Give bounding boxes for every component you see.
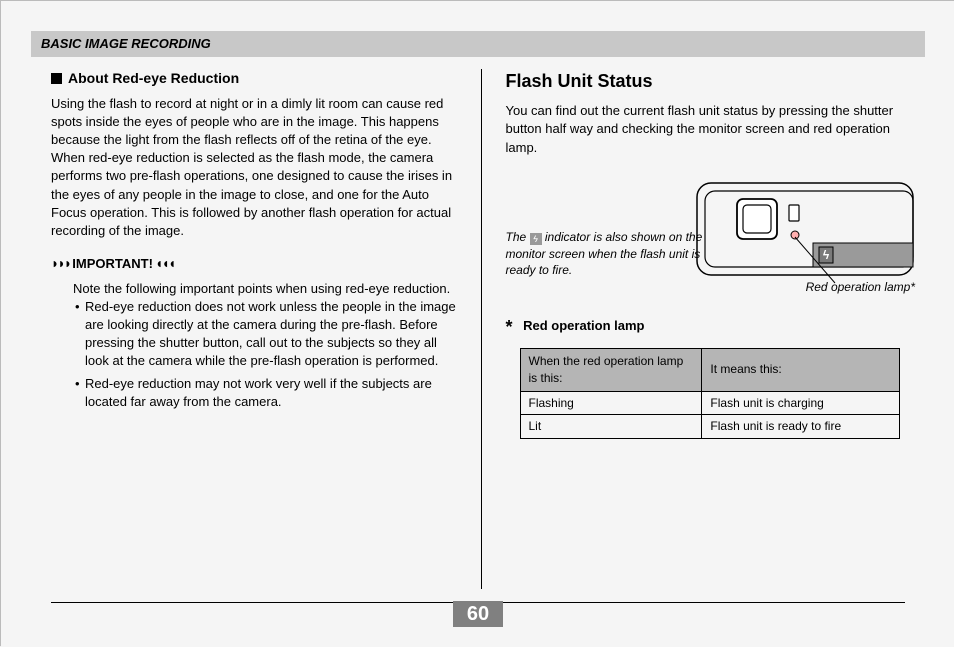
square-bullet-icon <box>51 73 62 84</box>
svg-text:ϟ: ϟ <box>823 248 830 262</box>
important-intro: Note the following important points when… <box>73 280 461 298</box>
diagram-note-pre: The <box>506 230 530 244</box>
camera-diagram: ϟ The ϟ indicator is also shown on the m… <box>506 175 916 301</box>
red-eye-heading-text: About Red-eye Reduction <box>68 70 239 86</box>
red-eye-heading: About Red-eye Reduction <box>51 69 461 89</box>
camera-top-illustration: ϟ <box>695 175 915 285</box>
table-header: It means this: <box>702 348 899 391</box>
diagram-note: The ϟ indicator is also shown on the mon… <box>506 229 706 279</box>
red-operation-lamp-heading: * Red operation lamp <box>506 315 916 340</box>
table-cell: Flashing <box>520 391 702 415</box>
red-eye-body: Using the flash to record at night or in… <box>51 95 461 241</box>
important-bullet: Red-eye reduction does not work unless t… <box>75 298 461 371</box>
page-footer: 60 <box>51 602 905 627</box>
section-header: BASIC IMAGE RECORDING <box>31 31 925 57</box>
page-number: 60 <box>453 601 503 627</box>
lamp-status-table: When the red operation lamp is this: It … <box>520 348 900 439</box>
table-header: When the red operation lamp is this: <box>520 348 702 391</box>
table-cell: Flash unit is charging <box>702 391 899 415</box>
important-text: IMPORTANT! <box>72 256 153 271</box>
red-operation-lamp-heading-text: Red operation lamp <box>523 318 644 333</box>
asterisk-icon: * <box>506 315 520 340</box>
flash-icon: ϟ <box>530 233 542 245</box>
left-column: About Red-eye Reduction Using the flash … <box>31 69 481 589</box>
section-header-text: BASIC IMAGE RECORDING <box>41 36 211 51</box>
table-cell: Lit <box>520 415 702 439</box>
flash-status-intro: You can find out the current flash unit … <box>506 102 916 157</box>
important-icon-left: ◗◗◗ <box>51 255 72 271</box>
flash-status-heading: Flash Unit Status <box>506 69 916 94</box>
right-column: Flash Unit Status You can find out the c… <box>482 69 926 589</box>
important-label: ◗◗◗ IMPORTANT! ◖◖◖ <box>51 254 461 274</box>
table-cell: Flash unit is ready to fire <box>702 415 899 439</box>
important-bullet: Red-eye reduction may not work very well… <box>75 375 461 411</box>
red-operation-lamp-callout: Red operation lamp* <box>806 279 915 296</box>
table-row: Flashing Flash unit is charging <box>520 391 899 415</box>
important-icon-right: ◖◖◖ <box>153 255 174 271</box>
table-row: Lit Flash unit is ready to fire <box>520 415 899 439</box>
